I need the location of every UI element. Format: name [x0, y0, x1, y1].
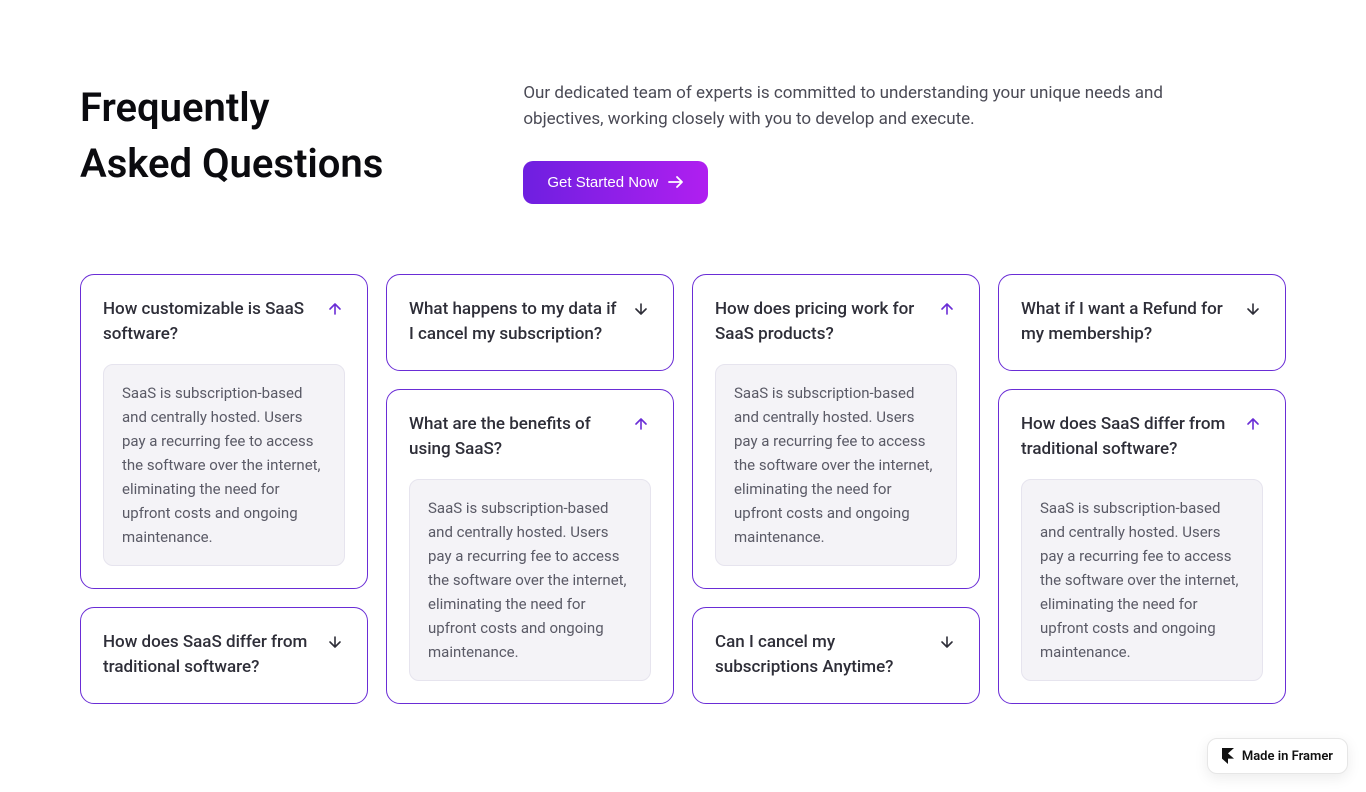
- faq-card: How does pricing work for SaaS products?…: [692, 274, 980, 589]
- faq-answer: SaaS is subscription-based and centrally…: [103, 364, 345, 566]
- faq-column: What if I want a Refund for my membershi…: [998, 274, 1286, 704]
- badge-label: Made in Framer: [1242, 749, 1333, 764]
- faq-card: Can I cancel my subscriptions Anytime?: [692, 607, 980, 704]
- faq-question: How customizable is SaaS software?: [103, 297, 315, 348]
- faq-question: How does SaaS differ from traditional so…: [103, 630, 315, 681]
- arrow-right-icon: [668, 175, 684, 189]
- faq-toggle[interactable]: What if I want a Refund for my membershi…: [1021, 297, 1263, 348]
- made-in-framer-badge[interactable]: Made in Framer: [1207, 738, 1348, 774]
- page-header: Frequently Asked Questions Our dedicated…: [80, 80, 1286, 204]
- faq-question: How does pricing work for SaaS products?: [715, 297, 927, 348]
- faq-question: What if I want a Refund for my membershi…: [1021, 297, 1233, 348]
- faq-answer: SaaS is subscription-based and centrally…: [715, 364, 957, 566]
- faq-column: How does pricing work for SaaS products?…: [692, 274, 980, 704]
- faq-card: What are the benefits of using SaaS? Saa…: [386, 389, 674, 704]
- faq-card: What if I want a Refund for my membershi…: [998, 274, 1286, 371]
- faq-grid: How customizable is SaaS software? SaaS …: [80, 274, 1286, 704]
- faq-column: What happens to my data if I cancel my s…: [386, 274, 674, 704]
- faq-toggle[interactable]: How does SaaS differ from traditional so…: [103, 630, 345, 681]
- faq-question: How does SaaS differ from traditional so…: [1021, 412, 1233, 463]
- arrow-down-icon: [939, 634, 957, 652]
- page-title: Frequently Asked Questions: [80, 80, 383, 192]
- faq-question: What happens to my data if I cancel my s…: [409, 297, 621, 348]
- faq-question: Can I cancel my subscriptions Anytime?: [715, 630, 927, 681]
- page-description: Our dedicated team of experts is committ…: [523, 80, 1163, 133]
- faq-answer: SaaS is subscription-based and centrally…: [1021, 479, 1263, 681]
- header-right: Our dedicated team of experts is committ…: [523, 80, 1286, 204]
- title-line-1: Frequently: [80, 84, 270, 131]
- arrow-down-icon: [633, 301, 651, 319]
- faq-question: What are the benefits of using SaaS?: [409, 412, 621, 463]
- arrow-up-icon: [633, 416, 651, 434]
- arrow-up-icon: [327, 301, 345, 319]
- arrow-up-icon: [1245, 416, 1263, 434]
- arrow-up-icon: [939, 301, 957, 319]
- faq-answer: SaaS is subscription-based and centrally…: [409, 479, 651, 681]
- faq-toggle[interactable]: What happens to my data if I cancel my s…: [409, 297, 651, 348]
- cta-label: Get Started Now: [547, 174, 658, 191]
- faq-toggle[interactable]: How does pricing work for SaaS products?: [715, 297, 957, 348]
- faq-toggle[interactable]: How does SaaS differ from traditional so…: [1021, 412, 1263, 463]
- faq-card: How does SaaS differ from traditional so…: [998, 389, 1286, 704]
- arrow-down-icon: [327, 634, 345, 652]
- title-line-2: Asked Questions: [80, 140, 383, 187]
- faq-toggle[interactable]: How customizable is SaaS software?: [103, 297, 345, 348]
- faq-column: How customizable is SaaS software? SaaS …: [80, 274, 368, 704]
- arrow-down-icon: [1245, 301, 1263, 319]
- get-started-button[interactable]: Get Started Now: [523, 161, 708, 204]
- faq-card: How does SaaS differ from traditional so…: [80, 607, 368, 704]
- faq-toggle[interactable]: Can I cancel my subscriptions Anytime?: [715, 630, 957, 681]
- faq-toggle[interactable]: What are the benefits of using SaaS?: [409, 412, 651, 463]
- faq-card: What happens to my data if I cancel my s…: [386, 274, 674, 371]
- faq-card: How customizable is SaaS software? SaaS …: [80, 274, 368, 589]
- framer-logo-icon: [1222, 748, 1234, 764]
